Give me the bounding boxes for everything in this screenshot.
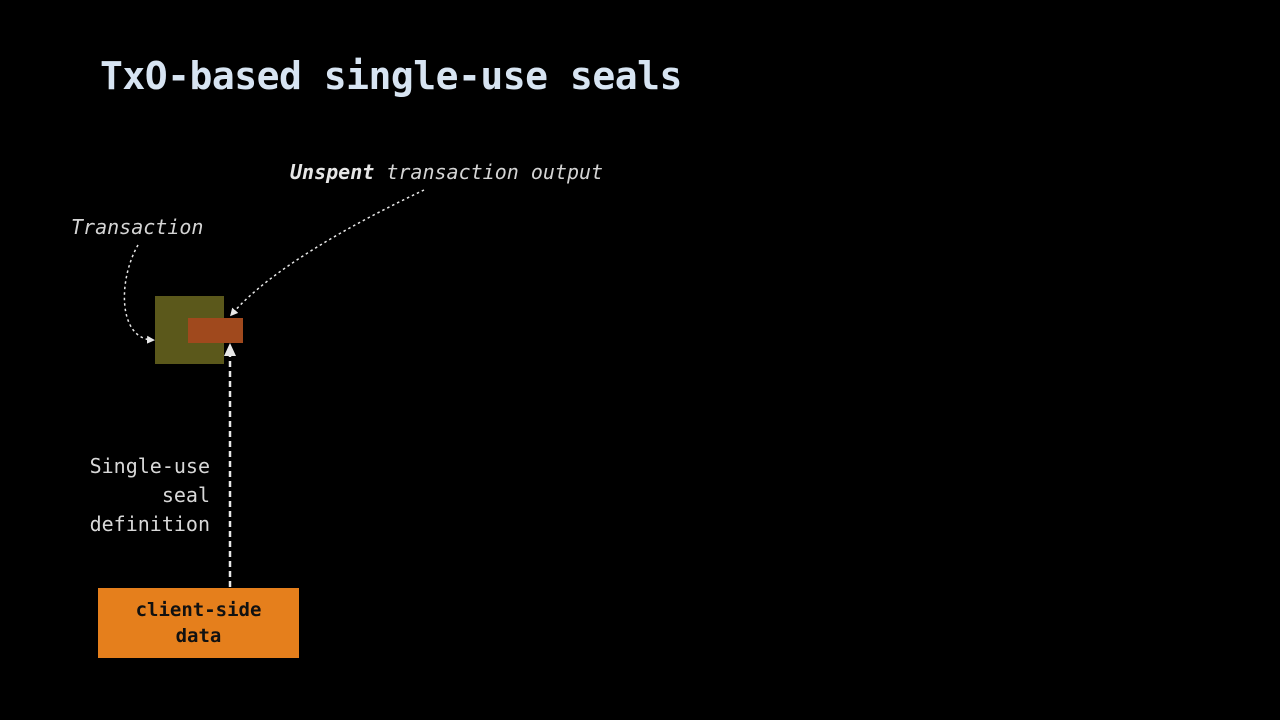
slide-title: TxO-based single-use seals (100, 54, 682, 98)
utxo-label: Unspent transaction output (290, 158, 603, 186)
client-side-data-line-1: client-side (135, 599, 262, 621)
transaction-arrow (123, 244, 155, 344)
client-side-data-line-2: data (175, 625, 222, 647)
utxo-label-bold: Unspent (290, 160, 375, 184)
transaction-label: Transaction (71, 215, 204, 239)
seal-definition-arrowhead (224, 343, 236, 356)
utxo-arrow (230, 189, 425, 317)
output-box (188, 318, 243, 343)
seal-definition-line-1: Single-use (89, 454, 210, 478)
utxo-label-rest: transaction output (374, 160, 604, 184)
seal-definition-line-3: definition (89, 512, 210, 536)
seal-definition-label: Single-use seal definition (60, 452, 210, 539)
seal-definition-line-2: seal (161, 483, 210, 507)
client-side-data-box: client-side data (98, 588, 299, 658)
slide: TxO-based single-use seals Unspent trans… (0, 0, 1280, 720)
